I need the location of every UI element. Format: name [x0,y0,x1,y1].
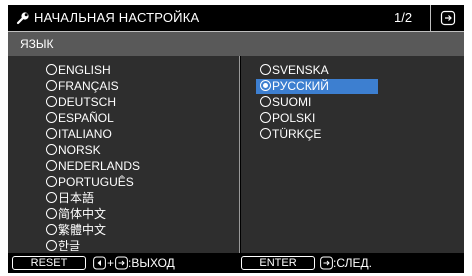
language-label: NORSK [58,143,101,157]
language-option[interactable]: 繁體中文 [46,223,236,238]
language-option[interactable]: ESPAÑOL [46,111,236,126]
radio-button-icon [260,128,271,139]
language-label: 日本語 [58,191,95,205]
section-header: ЯЗЫК [8,32,464,56]
language-list-left: ENGLISH FRANÇAIS DEUTSCH ESPAÑOL ITALIANO NOR… [8,56,240,253]
radio-button-icon [46,240,57,251]
exit-key-icon [115,256,128,273]
radio-button-icon [46,160,57,171]
language-option[interactable]: TÜRKÇE [256,127,378,142]
language-label: SUOMI [272,95,312,109]
language-label: 简体中文 [58,207,107,221]
language-option[interactable]: FRANÇAIS [46,79,236,94]
language-label: NEDERLANDS [58,159,141,173]
language-option[interactable]: 한글 [46,239,236,254]
language-option[interactable]: PORTUGUÊS [46,175,236,190]
enter-button[interactable]: ENTER [241,256,315,270]
language-label: SVENSKA [272,63,329,77]
language-label: ESPAÑOL [58,111,114,125]
language-option[interactable]: NEDERLANDS [46,159,236,174]
language-label: 한글 [58,239,81,253]
footer-hints: RESET + :ВЫХОД ENTER :СЛЕД. [8,253,464,273]
radio-button-icon [260,64,271,75]
radio-button-icon [46,224,57,235]
radio-button-icon [46,80,57,91]
reset-button[interactable]: RESET [12,256,86,270]
radio-button-icon [46,176,57,187]
language-label: РУССКИЙ [272,79,329,93]
initial-setup-menu: НАЧАЛЬНАЯ НАСТРОЙКА 1/2 ЯЗЫК ENGLISH FRAN… [8,5,464,273]
language-option[interactable]: ITALIANO [46,127,236,142]
radio-button-icon [46,144,57,155]
language-list-right: SVENSKA РУССКИЙ SUOMI POLSKI TÜRKÇE [241,56,464,253]
plus-sign: + [107,256,115,270]
settings-wrench-icon [16,11,30,25]
language-label: ITALIANO [58,127,112,141]
language-label: FRANÇAIS [58,79,119,93]
exit-hint-text: :ВЫХОД [128,256,175,270]
radio-button-icon [260,112,271,123]
radio-button-icon [46,128,57,139]
language-option[interactable]: 日本語 [46,191,236,206]
radio-button-icon [46,64,57,75]
language-option[interactable]: РУССКИЙ [256,79,378,94]
next-hint-text: :СЛЕД. [333,256,372,270]
language-label: DEUTSCH [58,95,117,109]
title-bar: НАЧАЛЬНАЯ НАСТРОЙКА 1/2 [8,5,464,32]
menu-title: НАЧАЛЬНАЯ НАСТРОЙКА [34,10,200,25]
left-arrow-key-icon [93,256,106,273]
page-indicator: 1/2 [394,10,413,25]
language-label: PORTUGUÊS [58,175,134,189]
language-option[interactable]: 简体中文 [46,207,236,222]
language-option[interactable]: DEUTSCH [46,95,236,110]
language-label: 繁體中文 [58,223,107,237]
language-option[interactable]: NORSK [46,143,236,158]
language-option[interactable]: SVENSKA [256,63,378,78]
radio-button-icon [260,96,271,107]
radio-button-icon [260,80,271,91]
language-option[interactable]: POLSKI [256,111,378,126]
language-option[interactable]: ENGLISH [46,63,236,78]
radio-button-icon [46,96,57,107]
language-label: ENGLISH [58,63,111,77]
enter-key-icon [320,256,333,273]
section-label: ЯЗЫК [20,37,54,51]
language-option[interactable]: SUOMI [256,95,378,110]
language-label: TÜRKÇE [272,127,322,141]
language-label: POLSKI [272,111,316,125]
exit-menu-icon[interactable] [430,5,464,31]
radio-button-icon [46,112,57,123]
radio-button-icon [46,192,57,203]
radio-button-icon [46,208,57,219]
